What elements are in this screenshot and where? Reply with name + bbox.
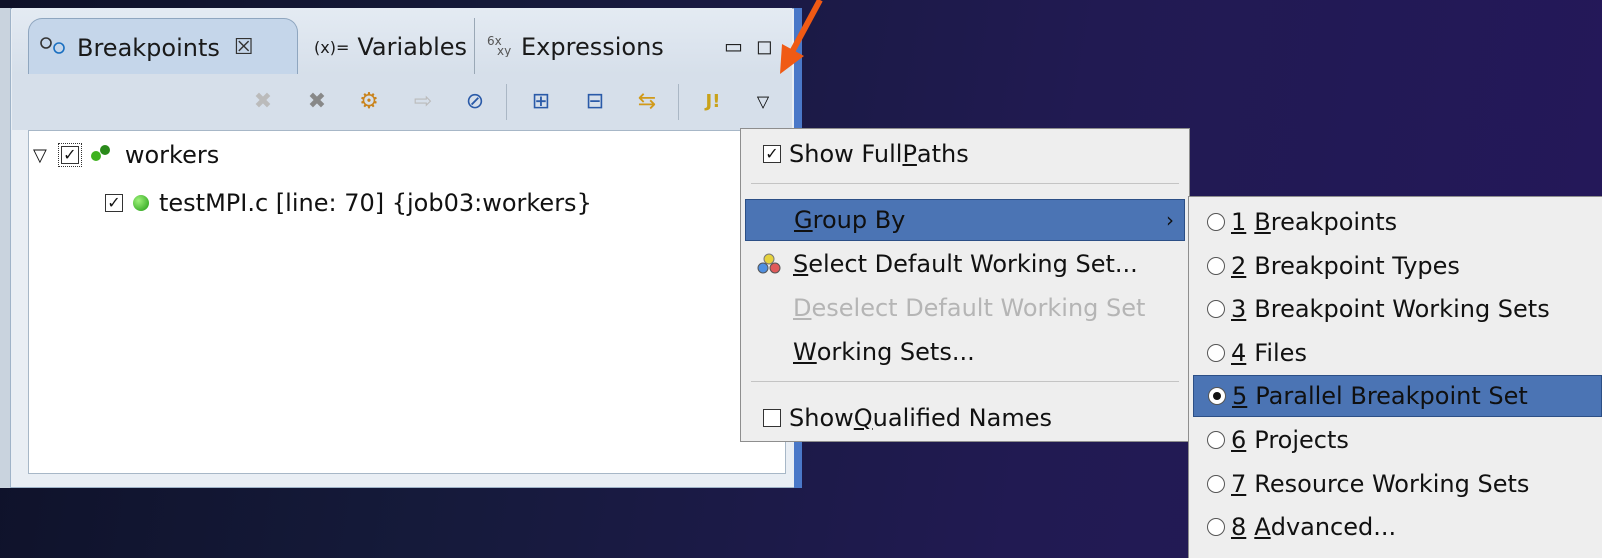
annotation-arrow — [780, 0, 823, 74]
menu-text: Show — [789, 404, 854, 432]
submenu-item[interactable]: 8 Advanced... — [1193, 506, 1602, 548]
gear-icon[interactable]: ⚙ — [354, 86, 384, 116]
checkbox[interactable]: ✓ — [105, 194, 123, 212]
checkbox[interactable]: ✓ — [763, 145, 781, 163]
svg-text:xy: xy — [497, 44, 511, 57]
menu-text: aths — [916, 140, 969, 168]
tree-row-workers[interactable]: ▽ ✓ workers — [33, 137, 219, 173]
tab-label: Expressions — [521, 33, 664, 61]
chevron-down-icon[interactable]: ▽ — [33, 145, 47, 166]
collapse-all-icon[interactable]: ⊟ — [580, 86, 610, 116]
menu-mnemonic: Q — [853, 404, 873, 432]
minimize-icon[interactable]: ▭ — [724, 34, 743, 58]
breakpoint-dot-icon — [133, 195, 149, 211]
expressions-icon: 6x xy — [485, 33, 513, 62]
menu-text: orking Sets... — [816, 338, 975, 366]
menu-item-show-full-paths[interactable]: ✓ Show Full Paths — [745, 133, 1185, 175]
radio-button[interactable] — [1207, 474, 1225, 493]
skip-breakpoints-icon[interactable]: ⊘ — [460, 86, 490, 116]
view-menu-icon[interactable]: ▽ — [748, 86, 778, 116]
remove-icon[interactable]: ✖ — [248, 86, 278, 116]
menu-text: dvanced... — [1270, 513, 1397, 542]
breakpoint-set-icon — [89, 141, 113, 169]
go-to-file-icon[interactable]: ⇨ — [408, 86, 438, 116]
tab-breakpoints[interactable]: Breakpoints ☒ — [28, 18, 298, 76]
submenu-item[interactable]: 5 Parallel Breakpoint Set — [1193, 375, 1602, 418]
menu-mnemonic: P — [902, 140, 917, 168]
menu-text: roup By — [812, 206, 906, 234]
expand-all-icon[interactable]: ⊞ — [526, 86, 556, 116]
menu-mnemonic: D — [793, 294, 812, 322]
menu-mnemonic: 3 — [1231, 295, 1247, 324]
menu-mnemonic: G — [794, 206, 813, 234]
submenu-item[interactable]: 4 Files — [1193, 332, 1602, 374]
menu-mnemonic: S — [793, 250, 809, 278]
view-menu: ✓ Show Full Paths Group By › Select Defa… — [740, 128, 1190, 442]
menu-item-deselect-default-working-set: Deselect Default Working Set — [745, 287, 1185, 329]
submenu-item[interactable]: 1 Breakpoints — [1193, 201, 1602, 243]
tree-row-breakpoint[interactable]: ✓ testMPI.c [line: 70] {job03:workers} — [105, 185, 592, 221]
remove-all-icon[interactable]: ✖ — [302, 86, 332, 116]
menu-item-working-sets[interactable]: Working Sets... — [745, 331, 1185, 373]
variables-icon: (x)= — [314, 37, 350, 57]
menu-text: Breakpoint Working Sets — [1254, 295, 1550, 324]
menu-text: ualified Names — [872, 404, 1052, 432]
radio-button[interactable] — [1207, 518, 1225, 537]
menu-separator — [751, 183, 1179, 184]
menu-mnemonic: 2 — [1231, 251, 1247, 280]
tab-label: Variables — [357, 33, 468, 61]
menu-text: eselect Default Working Set — [811, 294, 1146, 322]
menu-mnemonic: 5 — [1232, 382, 1248, 411]
view-tab-bar: Breakpoints ☒ (x)= Variables 6x xy Expres… — [12, 8, 792, 76]
menu-text: reakpoints — [1270, 208, 1398, 236]
breakpoints-tree: ▽ ✓ workers ✓ testMPI.c [line: 70] {job0… — [28, 130, 786, 474]
menu-text: Files — [1254, 338, 1307, 367]
exception-breakpoint-icon[interactable]: J! — [698, 86, 728, 116]
menu-mnemonic: 7 — [1231, 469, 1247, 498]
submenu-item[interactable]: 6 Projects — [1193, 419, 1602, 461]
radio-button[interactable] — [1207, 256, 1225, 275]
checkbox[interactable]: ✓ — [57, 143, 82, 167]
menu-mnemonic: 1 — [1231, 208, 1247, 236]
menu-text: Parallel Breakpoint Set — [1255, 382, 1528, 411]
menu-text: Projects — [1254, 426, 1349, 454]
toolbar-separator — [506, 84, 507, 120]
submenu-item[interactable]: 7 Resource Working Sets — [1193, 463, 1602, 505]
group-by-submenu: 1 Breakpoints 2 Breakpoint Types 3 Breakpoint… — [1188, 196, 1602, 558]
menu-text: Breakpoint Types — [1254, 251, 1460, 280]
view-toolbar: ✖ ✖ ⚙ ⇨ ⊘ ⊞ ⊟ ⇆ J! ▽ — [12, 74, 792, 130]
radio-button[interactable] — [1208, 387, 1226, 406]
link-with-debug-icon[interactable]: ⇆ — [632, 86, 662, 116]
menu-separator — [751, 381, 1179, 382]
tab-variables[interactable]: (x)= Variables — [304, 18, 472, 76]
tree-label: workers — [124, 141, 220, 169]
radio-button[interactable] — [1207, 213, 1225, 231]
radio-button[interactable] — [1207, 431, 1225, 449]
menu-item-group-by[interactable]: Group By › — [745, 199, 1185, 241]
radio-button[interactable] — [1207, 343, 1225, 362]
menu-mnemonic: W — [793, 338, 817, 366]
radio-button[interactable] — [1207, 300, 1225, 319]
menu-text: Resource Working Sets — [1254, 469, 1530, 498]
submenu-arrow-icon: › — [1166, 208, 1174, 232]
close-icon[interactable]: ☒ — [234, 35, 254, 60]
menu-mnemonic: 6 — [1231, 426, 1247, 454]
breakpoints-icon — [39, 35, 69, 60]
tab-label: Breakpoints — [77, 33, 220, 62]
working-set-icon — [745, 253, 793, 275]
toolbar-separator — [678, 84, 679, 120]
tree-label: testMPI.c [line: 70] {job03:workers} — [159, 189, 592, 217]
menu-item-show-qualified-names[interactable]: Show Qualified Names — [745, 397, 1185, 439]
tab-expressions[interactable]: 6x xy Expressions — [474, 18, 674, 76]
menu-text: elect Default Working Set... — [808, 250, 1138, 278]
submenu-item[interactable]: 3 Breakpoint Working Sets — [1193, 288, 1602, 330]
menu-mnemonic: 8 — [1231, 513, 1247, 542]
menu-text: Show Full — [789, 140, 903, 168]
submenu-item[interactable]: 2 Breakpoint Types — [1193, 245, 1602, 287]
menu-mnemonic: A — [1254, 513, 1271, 542]
menu-mnemonic: 4 — [1231, 338, 1247, 367]
menu-mnemonic: B — [1254, 208, 1271, 236]
menu-item-select-default-working-set[interactable]: Select Default Working Set... — [745, 243, 1185, 285]
checkbox[interactable] — [763, 409, 781, 427]
